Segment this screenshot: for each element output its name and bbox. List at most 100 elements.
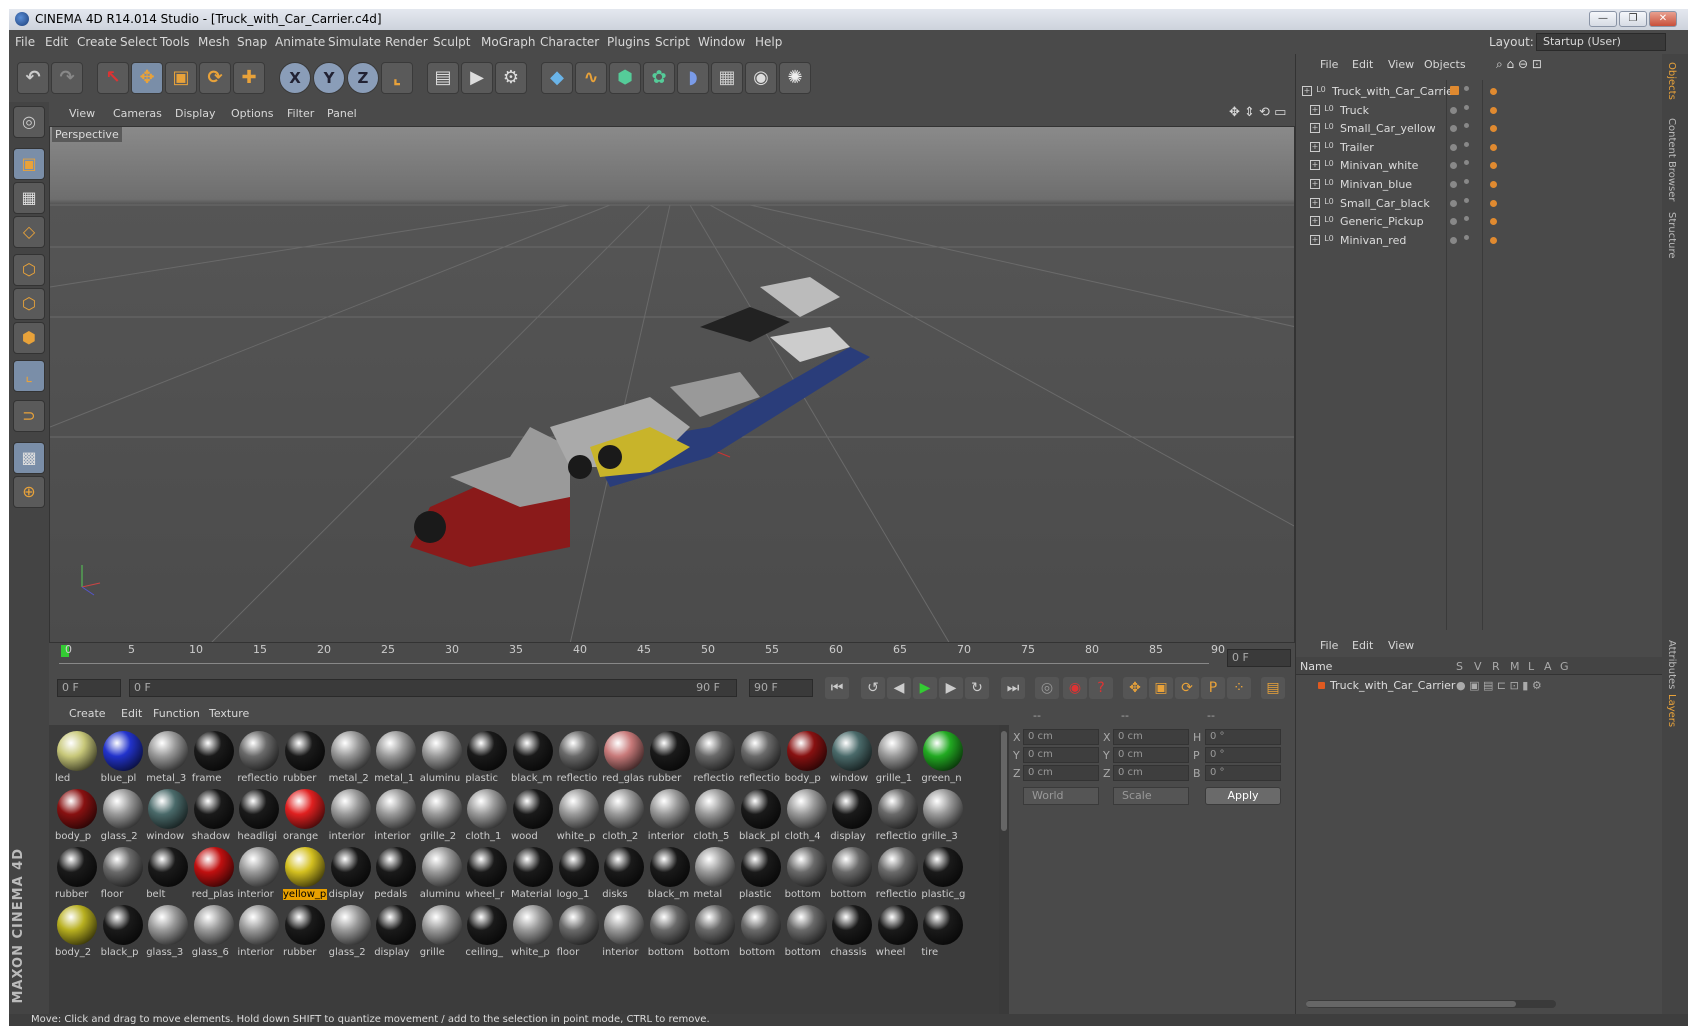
material-swatch[interactable]: logo_1 <box>557 845 601 903</box>
material-swatch[interactable]: black_pl <box>739 787 783 845</box>
material-swatch[interactable]: black_p <box>101 903 145 961</box>
expand-icon[interactable]: + <box>1310 104 1320 115</box>
expand-icon[interactable]: + <box>1310 216 1320 227</box>
mat-menu-texture[interactable]: Texture <box>209 707 249 720</box>
polygons-mode-icon[interactable]: ⬢ <box>13 322 45 354</box>
rotation-h-field[interactable]: 0 ° <box>1205 729 1281 745</box>
material-swatch[interactable]: interior <box>648 787 692 845</box>
visibility-dot-icon[interactable] <box>1464 179 1469 184</box>
viewport-menu-display[interactable]: Display <box>175 107 216 120</box>
points-mode-icon[interactable]: ⬡ <box>13 254 45 286</box>
obj-menu-file[interactable]: File <box>1320 58 1338 71</box>
menu-create[interactable]: Create <box>77 35 117 49</box>
material-swatch[interactable]: reflectio <box>876 845 920 903</box>
material-swatch[interactable]: display <box>830 787 874 845</box>
key-scale-icon[interactable]: ▣ <box>1149 677 1173 699</box>
live-selection-icon[interactable]: ↖ <box>97 62 129 94</box>
expand-icon[interactable]: + <box>1310 234 1320 245</box>
material-swatch[interactable]: metal_2 <box>329 729 373 787</box>
layer-color-icon[interactable] <box>1450 125 1457 133</box>
menu-sculpt[interactable]: Sculpt <box>433 35 470 49</box>
obj-menu-objects[interactable]: Objects <box>1424 58 1466 71</box>
viewport-menu-view[interactable]: View <box>69 107 95 120</box>
material-swatch[interactable]: plastic <box>465 729 509 787</box>
next-keyframe-icon[interactable]: ↻ <box>965 677 989 699</box>
object-row[interactable]: + L0 Small_Car_yellow <box>1296 119 1596 138</box>
object-row[interactable]: + L0 Minivan_blue <box>1296 175 1596 194</box>
array-icon[interactable]: ✿ <box>643 62 675 94</box>
material-swatch[interactable]: Material <box>511 845 555 903</box>
workplane-icon[interactable]: ◇ <box>13 216 45 248</box>
menu-mesh[interactable]: Mesh <box>198 35 230 49</box>
material-swatch[interactable]: bottom <box>739 903 783 961</box>
object-row[interactable]: + L0 Minivan_red <box>1296 231 1596 250</box>
undo-icon[interactable]: ↶ <box>17 62 49 94</box>
material-swatch[interactable]: glass_3 <box>146 903 190 961</box>
material-swatch[interactable]: green_n <box>921 729 965 787</box>
layer-color-icon[interactable] <box>1450 236 1457 244</box>
material-swatch[interactable]: floor <box>557 903 601 961</box>
range-slider[interactable]: 0 F 90 F <box>129 679 737 697</box>
material-swatch[interactable]: grille <box>420 903 464 961</box>
rotation-b-field[interactable]: 0 ° <box>1205 765 1281 781</box>
layer-color-icon[interactable] <box>1450 162 1457 170</box>
size-y-field[interactable]: 0 cm <box>1113 747 1189 763</box>
z-axis-lock-icon[interactable]: Z <box>347 62 379 94</box>
material-swatch[interactable]: headligi <box>237 787 281 845</box>
goto-start-icon[interactable]: ⏮ <box>825 677 849 699</box>
goto-end-icon[interactable]: ⏭ <box>1001 677 1025 699</box>
layer-menu-file[interactable]: File <box>1320 639 1338 652</box>
material-swatch[interactable]: window <box>830 729 874 787</box>
expand-icon[interactable]: + <box>1310 179 1320 189</box>
viewport-menu-options[interactable]: Options <box>231 107 273 120</box>
tab-layers[interactable]: Layers <box>1666 694 1677 727</box>
render-view-icon[interactable]: ▤ <box>427 62 459 94</box>
position-y-field[interactable]: 0 cm <box>1023 747 1099 763</box>
tab-structure[interactable]: Structure <box>1666 212 1677 259</box>
world-dropdown[interactable]: World <box>1023 787 1099 805</box>
material-swatch[interactable]: black_m <box>648 845 692 903</box>
rotate-tool-icon[interactable]: ⟳ <box>199 62 231 94</box>
layer-color-icon[interactable] <box>1450 106 1457 114</box>
layer-row[interactable]: Truck_with_Car_Carrier ● ▣ ▤ ⊏ ⊡ ▮ ⚙ <box>1296 677 1663 695</box>
material-swatch[interactable]: bottom <box>785 845 829 903</box>
material-swatch[interactable]: ceiling_ <box>465 903 509 961</box>
menu-edit[interactable]: Edit <box>45 35 68 49</box>
menu-tools[interactable]: Tools <box>160 35 190 49</box>
viewport-menu-filter[interactable]: Filter <box>287 107 314 120</box>
next-frame-icon[interactable]: ▶ <box>939 677 963 699</box>
layer-scrollbar[interactable] <box>1306 1000 1556 1008</box>
object-row[interactable]: + L0 Truck_with_Car_Carrier <box>1296 82 1596 101</box>
object-row[interactable]: + L0 Generic_Pickup <box>1296 212 1596 231</box>
material-tag-icon[interactable] <box>1490 88 1497 95</box>
key-parameter-icon[interactable]: P <box>1201 677 1225 699</box>
material-tag-icon[interactable] <box>1490 199 1497 207</box>
camera-icon[interactable]: ◉ <box>745 62 777 94</box>
material-swatch[interactable]: bottom <box>693 903 737 961</box>
material-swatch[interactable]: red_plas <box>192 845 236 903</box>
snap-icon[interactable]: ▩ <box>13 442 45 474</box>
visibility-dot-icon[interactable] <box>1464 216 1469 222</box>
material-swatch[interactable]: display <box>374 903 418 961</box>
menu-render[interactable]: Render <box>385 35 428 49</box>
menu-select[interactable]: Select <box>120 35 157 49</box>
viewport-menu-panel[interactable]: Panel <box>327 107 357 120</box>
visibility-dot-icon[interactable] <box>1464 141 1469 147</box>
material-swatch[interactable]: display <box>329 845 373 903</box>
material-swatch[interactable]: pedals <box>374 845 418 903</box>
mat-menu-function[interactable]: Function <box>153 707 200 720</box>
tab-attributes[interactable]: Attributes <box>1666 640 1677 689</box>
key-rotation-icon[interactable]: ⟳ <box>1175 677 1199 699</box>
make-editable-icon[interactable]: ◎ <box>13 106 45 138</box>
menu-mograph[interactable]: MoGraph <box>481 35 536 49</box>
locked-workplane-icon[interactable]: ⊕ <box>13 476 45 508</box>
material-swatch[interactable]: bottom <box>785 903 829 961</box>
material-swatch[interactable]: interior <box>329 787 373 845</box>
material-swatch[interactable]: plastic <box>739 845 783 903</box>
visibility-dot-icon[interactable] <box>1464 104 1469 110</box>
object-row[interactable]: + L0 Trailer <box>1296 138 1596 157</box>
prev-frame-icon[interactable]: ◀ <box>887 677 911 699</box>
material-swatch[interactable]: disks <box>602 845 646 903</box>
material-swatch[interactable]: black_m <box>511 729 555 787</box>
apply-button[interactable]: Apply <box>1205 787 1281 805</box>
